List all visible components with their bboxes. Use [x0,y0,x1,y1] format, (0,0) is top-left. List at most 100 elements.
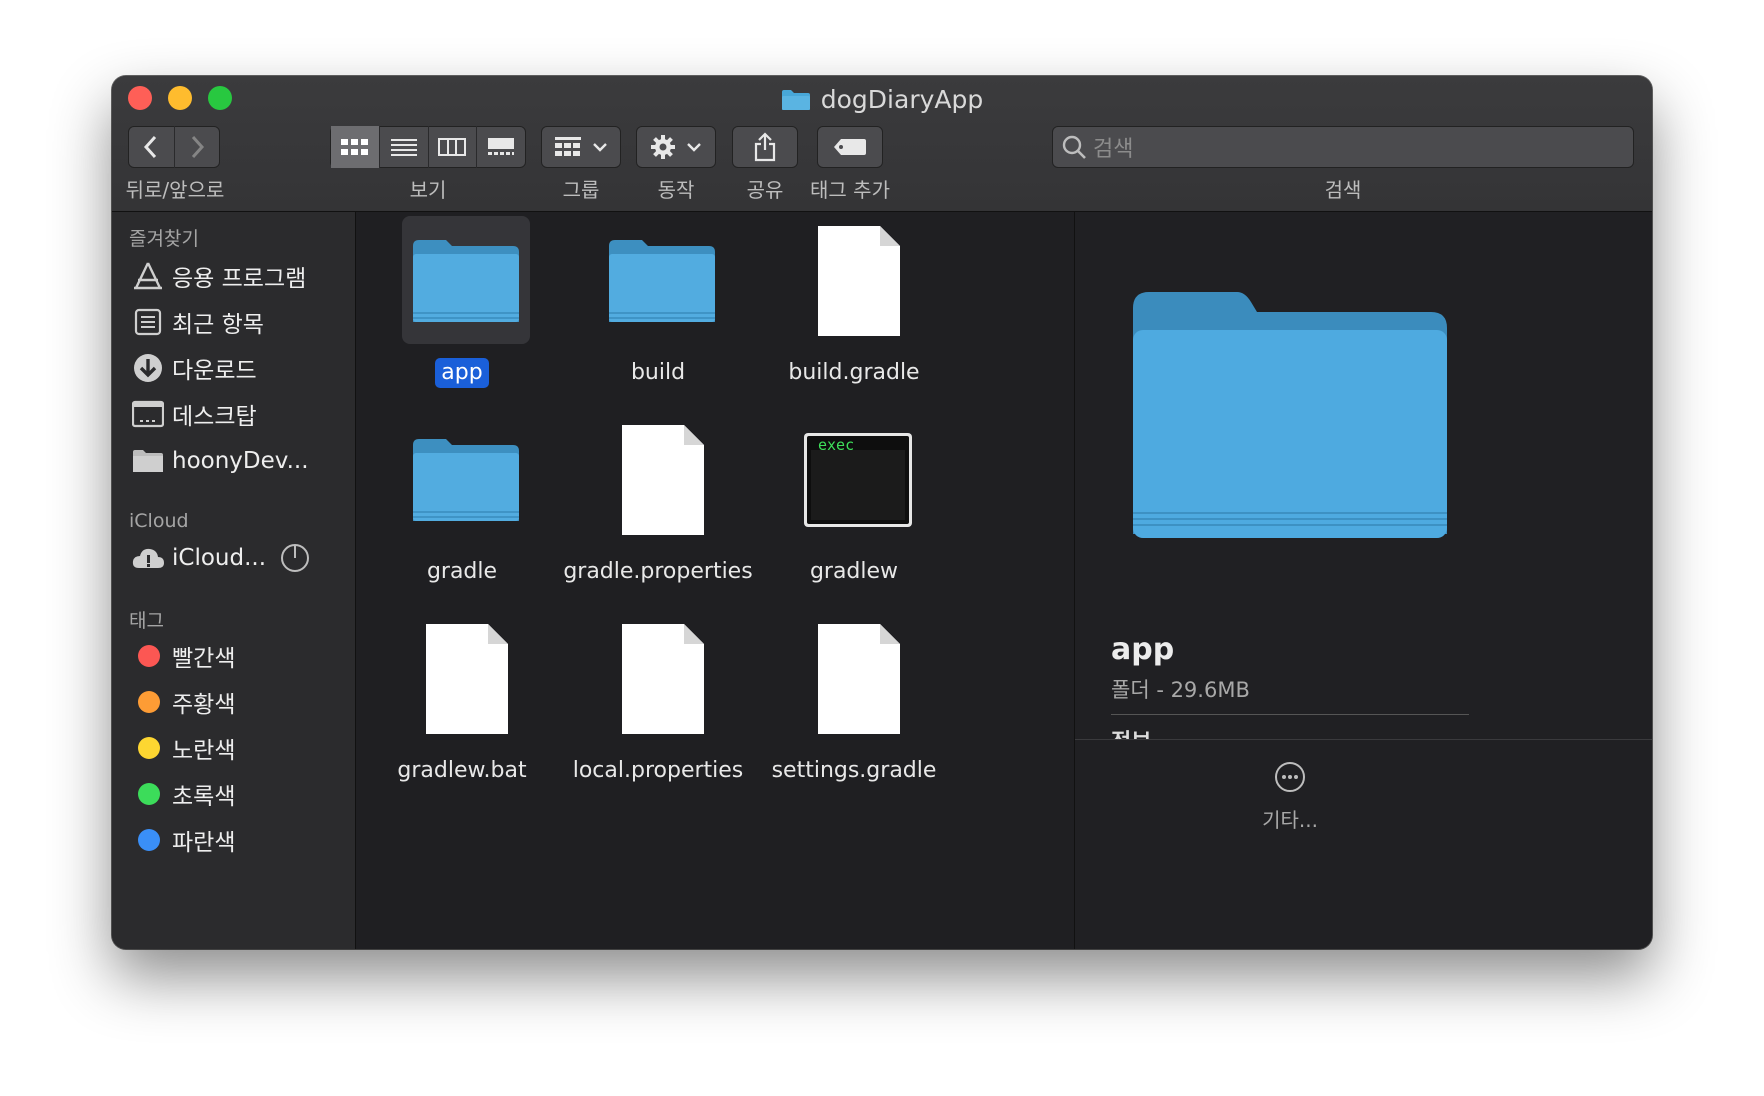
document-icon [622,425,704,535]
tag-red-dot [138,645,160,667]
action-button[interactable] [636,126,716,168]
icloud-section-title: iCloud [129,510,189,532]
finder-window: dogDiaryApp 뒤로/앞으로 보기 그룹 동작 공유 태그 추가 검색 … [112,76,1652,949]
recents-icon [134,308,162,336]
sidebar-item-label: 최근 항목 [172,312,264,338]
gallery-view-button[interactable] [477,126,525,168]
file-name: gradle.properties [563,559,753,584]
columns-icon [438,138,467,156]
downloads-icon [134,354,162,382]
tags-section-title: 태그 [129,610,164,632]
sidebar-tag-blue[interactable]: 파란색 [130,820,350,860]
sidebar-item-desktop[interactable]: 데스크탑 [130,394,350,434]
document-icon [622,624,704,734]
search-placeholder: 검색 [1093,137,1134,162]
folder-icon [609,240,715,322]
group-button[interactable] [541,126,621,168]
chevron-right-icon [191,135,204,159]
chevron-down-icon [593,143,607,152]
icon-grid-icon [340,139,368,155]
file-item-gradle-properties[interactable]: gradle.properties [560,407,756,597]
file-item-app[interactable]: app [364,208,560,398]
add-tag-label: 태그 추가 [810,178,890,202]
sidebar-item-label: 노란색 [172,738,236,764]
gallery-icon [488,138,515,155]
file-item-build[interactable]: build [560,208,756,398]
icloud-icon [132,548,164,568]
file-item-gradle[interactable]: gradle [364,407,560,597]
share-icon [754,132,776,162]
sidebar-tag-green[interactable]: 초록색 [130,774,350,814]
desktop-icon [132,400,164,428]
tag-icon [834,139,866,155]
sidebar-item-label: 파란색 [172,830,236,856]
file-item-build-gradle[interactable]: build.gradle [756,208,952,398]
preview-divider [1111,714,1469,715]
file-item-local-properties[interactable]: local.properties [560,606,756,796]
more-button[interactable]: 기타... [1235,760,1345,833]
file-grid: app build build.gradle gradle gradle.pro… [356,212,1073,949]
group-icon [555,137,581,156]
file-name: build [630,360,686,385]
info-heading-clip: 정보 [1075,720,1652,739]
document-icon [818,226,900,336]
preview-file-name: app [1111,632,1175,667]
sidebar-item-applications[interactable]: 응용 프로그램 [130,256,350,296]
document-icon [426,624,508,734]
sidebar-item-downloads[interactable]: 다운로드 [130,348,350,388]
share-button[interactable] [732,126,798,168]
sidebar-item-label: 응용 프로그램 [172,266,307,292]
file-name: app [435,358,489,388]
folder-preview-icon [1133,292,1447,538]
gear-icon [651,135,675,159]
sidebar-tag-red[interactable]: 빨간색 [130,636,350,676]
sidebar-item-icloud-drive[interactable]: iCloud... [130,538,350,578]
favorites-section-title: 즐겨찾기 [129,228,199,250]
sidebar: 즐겨찾기 응용 프로그램 최근 항목 다운로드 데스크탑 hoonyDev...… [112,212,356,949]
file-name: gradlew.bat [397,758,527,783]
file-item-gradlew-bat[interactable]: gradlew.bat [364,606,560,796]
sidebar-tag-orange[interactable]: 주황색 [130,682,350,722]
view-mode-control [330,126,526,168]
folder-icon [413,240,519,322]
file-name: gradlew [809,559,899,584]
sidebar-item-hoonydev[interactable]: hoonyDev... [130,441,350,481]
toolbar: dogDiaryApp 뒤로/앞으로 보기 그룹 동작 공유 태그 추가 검색 … [112,76,1652,212]
window-title-text: dogDiaryApp [820,85,984,114]
storage-progress-icon [281,544,310,572]
folder-icon [781,90,810,110]
tag-blue-dot [138,829,160,851]
sidebar-item-label: hoonyDev... [172,448,309,474]
sidebar-item-recents[interactable]: 최근 항목 [130,302,350,342]
preview-footer-divider [1075,739,1652,740]
sidebar-tag-yellow[interactable]: 노란색 [130,728,350,768]
list-view-button[interactable] [380,126,429,168]
group-label: 그룹 [562,178,600,202]
sidebar-item-label: 빨간색 [172,646,236,672]
sidebar-item-label: 데스크탑 [172,404,257,430]
chevron-left-icon [144,135,157,159]
file-name: build.gradle [788,360,920,385]
chevron-down-icon [687,143,701,152]
add-tag-button[interactable] [817,126,883,168]
sidebar-item-label: 다운로드 [172,358,257,384]
window-title: dogDiaryApp [112,82,1652,118]
exec-label: exec [818,436,855,454]
column-view-button[interactable] [429,126,478,168]
search-label: 검색 [1324,178,1362,202]
file-item-settings-gradle[interactable]: settings.gradle [756,606,952,796]
icon-view-button[interactable] [331,126,380,168]
tag-yellow-dot [138,737,160,759]
forward-button[interactable] [175,126,220,168]
search-field[interactable]: 검색 [1052,126,1634,168]
view-label: 보기 [409,178,447,202]
sidebar-item-label: iCloud... [172,545,267,571]
applications-icon [134,262,162,290]
share-label: 공유 [746,178,784,202]
file-name: gradle [426,559,498,584]
document-icon [818,624,900,734]
exec-terminal-icon [804,433,912,527]
back-button[interactable] [129,126,175,168]
search-icon [1062,135,1086,159]
file-item-gradlew[interactable]: exec gradlew [756,407,952,597]
